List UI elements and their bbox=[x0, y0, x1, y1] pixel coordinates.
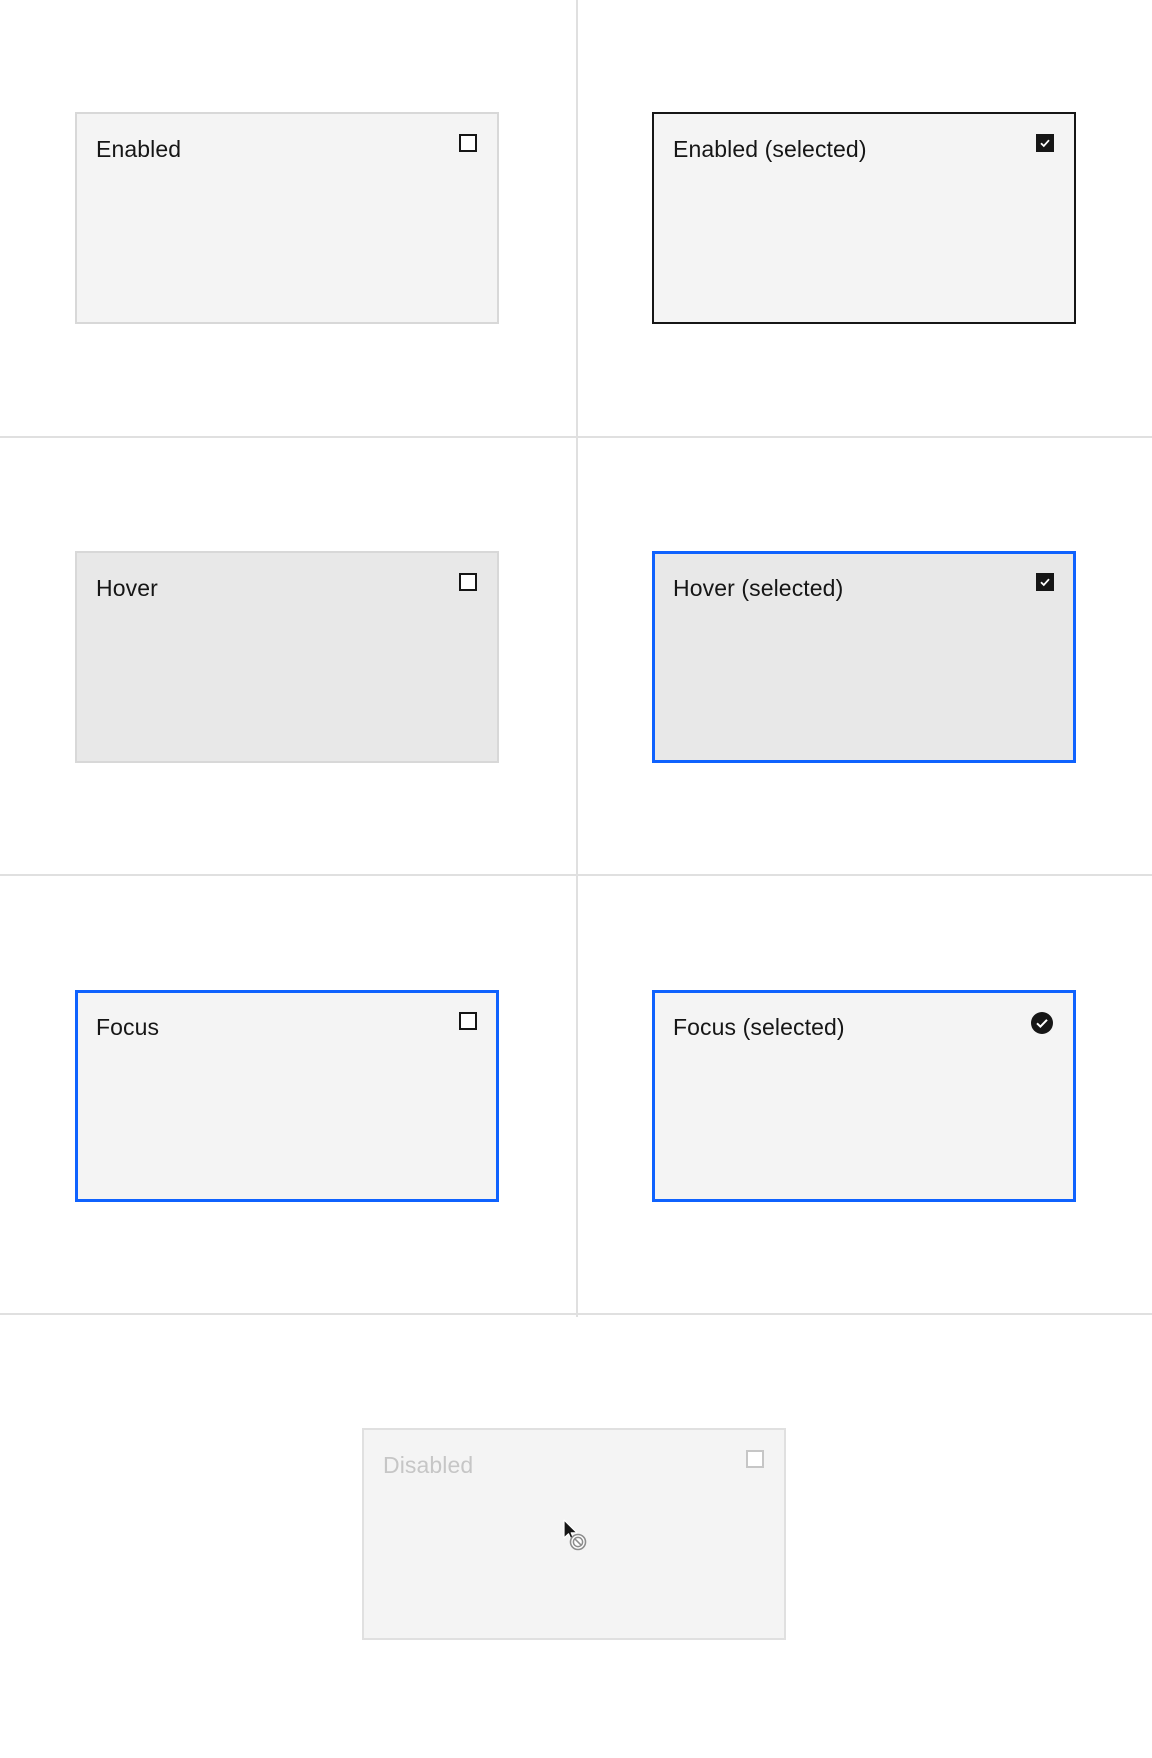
tile-hover[interactable]: Hover bbox=[75, 551, 499, 763]
checkbox-icon bbox=[746, 1450, 764, 1468]
not-allowed-cursor-icon bbox=[563, 1519, 587, 1551]
tile-label: Enabled bbox=[96, 136, 182, 162]
tile-label: Focus (selected) bbox=[673, 1014, 845, 1040]
checkmark-filled-icon[interactable] bbox=[1030, 1011, 1054, 1035]
row-divider bbox=[0, 874, 1152, 876]
row-divider bbox=[0, 436, 1152, 438]
tile-enabled[interactable]: Enabled bbox=[75, 112, 499, 324]
tile-enabled-selected[interactable]: Enabled (selected) bbox=[652, 112, 1076, 324]
checkbox-icon[interactable] bbox=[459, 134, 477, 152]
tile-hover-selected[interactable]: Hover (selected) bbox=[652, 551, 1076, 763]
checkbox-checked-icon[interactable] bbox=[1036, 134, 1054, 152]
tile-focus[interactable]: Focus bbox=[75, 990, 499, 1202]
tile-label: Hover bbox=[96, 575, 158, 601]
tile-focus-selected[interactable]: Focus (selected) bbox=[652, 990, 1076, 1202]
checkbox-icon[interactable] bbox=[459, 573, 477, 591]
checkbox-checked-icon[interactable] bbox=[1036, 573, 1054, 591]
tile-label: Hover (selected) bbox=[673, 575, 844, 601]
checkbox-icon[interactable] bbox=[459, 1012, 477, 1030]
tile-label: Focus bbox=[96, 1014, 160, 1040]
tile-label: Disabled bbox=[383, 1452, 474, 1478]
tile-label: Enabled (selected) bbox=[673, 136, 867, 162]
column-divider bbox=[576, 0, 578, 1317]
row-divider bbox=[0, 1313, 1152, 1315]
